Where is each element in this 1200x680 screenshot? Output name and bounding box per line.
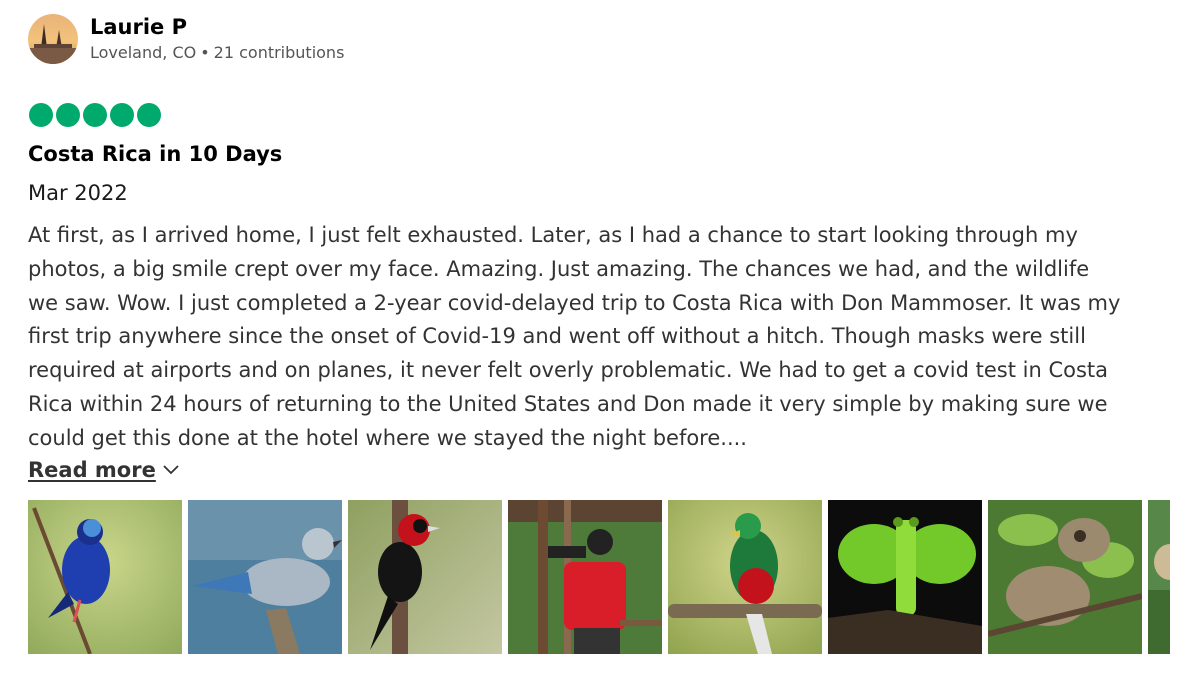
chevron-down-icon: [163, 465, 179, 475]
rating-bubble: [83, 103, 107, 127]
review-photo[interactable]: [28, 500, 182, 654]
review-body-line: required at airports and on planes, it n…: [28, 358, 1109, 383]
review-photo[interactable]: [188, 500, 342, 654]
reviewer-contributions: 21 contributions: [213, 43, 345, 62]
review-body-line: first trip anywhere since the onset of C…: [28, 324, 1086, 349]
review-title[interactable]: Costa Rica in 10 Days: [28, 140, 282, 168]
photographer-photo: [508, 500, 662, 654]
review-body: At first, as I arrived home, I just felt…: [28, 219, 1178, 456]
review-photo[interactable]: [828, 500, 982, 654]
review-card: Laurie P Loveland, CO • 21 contributions C…: [0, 0, 1200, 680]
rating-bubble: [137, 103, 161, 127]
review-photo[interactable]: [1148, 500, 1170, 654]
review-body-line: could get this done at the hotel where w…: [28, 425, 747, 450]
separator-dot: •: [200, 43, 210, 62]
read-more-button[interactable]: Read more: [28, 458, 180, 482]
review-photo[interactable]: [988, 500, 1142, 654]
reviewer-header: Laurie P Loveland, CO • 21 contributions: [28, 13, 344, 64]
sloth-photo: [988, 500, 1142, 654]
avatar[interactable]: [28, 13, 78, 64]
review-body-line: we saw. Wow. I just completed a 2-year c…: [28, 290, 1121, 315]
review-body-line: photos, a big smile crept over my face. …: [28, 256, 1090, 281]
review-photo[interactable]: [348, 500, 502, 654]
review-photo[interactable]: [508, 500, 662, 654]
reviewer-subline: Loveland, CO • 21 contributions: [90, 42, 344, 64]
blue-bird-photo: [28, 500, 182, 654]
reviewer-name[interactable]: Laurie P: [90, 13, 344, 41]
photo-gallery: [28, 500, 1170, 654]
bubble-rating: [29, 103, 161, 127]
read-more-label: Read more: [28, 458, 156, 482]
quetzal-photo: [668, 500, 822, 654]
mantis-photo: [828, 500, 982, 654]
partial-photo: [1148, 500, 1170, 654]
review-photo[interactable]: [668, 500, 822, 654]
rating-bubble: [110, 103, 134, 127]
review-body-line: Rica within 24 hours of returning to the…: [28, 391, 1108, 416]
reviewer-meta: Laurie P Loveland, CO • 21 contributions: [90, 13, 344, 64]
review-date: Mar 2022: [28, 181, 128, 205]
rating-bubble: [56, 103, 80, 127]
reviewer-location: Loveland, CO: [90, 43, 197, 62]
tanager-photo: [188, 500, 342, 654]
rating-bubble: [29, 103, 53, 127]
review-body-line: At first, as I arrived home, I just felt…: [28, 223, 1078, 247]
red-black-bird-photo: [348, 500, 502, 654]
